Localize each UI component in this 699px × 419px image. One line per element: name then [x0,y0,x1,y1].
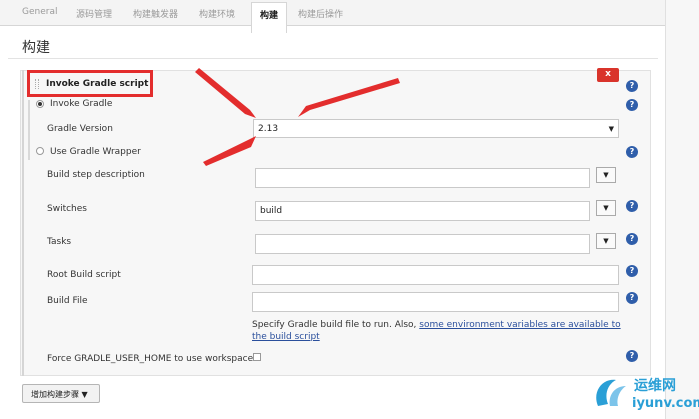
right-gutter [665,0,699,419]
tab-source-management[interactable]: 源码管理 [76,7,112,20]
build-file-hint-text: Specify Gradle build file to run. Also, [252,320,420,330]
root-script-help-icon[interactable]: ? [626,265,638,277]
root-script-input[interactable] [252,265,619,285]
tab-build[interactable]: 构建 [251,2,288,33]
section-title: 构建 [22,40,50,56]
root-script-label: Root Build script [47,270,121,280]
section-divider [8,58,658,59]
add-build-step-button[interactable]: 增加构建步骤 ▼ [22,384,100,403]
add-build-step-label: 增加构建步骤 [31,390,79,399]
tab-build-triggers[interactable]: 构建触发器 [133,7,178,20]
tasks-expand-button[interactable]: ▼ [596,233,616,249]
force-home-help-icon[interactable]: ? [626,350,638,362]
build-file-hint: Specify Gradle build file to run. Also, … [252,319,624,343]
switches-input[interactable]: build [255,201,590,221]
switches-label: Switches [47,204,87,214]
build-file-help-icon[interactable]: ? [626,292,638,304]
description-label: Build step description [47,170,145,180]
gradle-version-value: 2.13 [258,124,279,134]
use-wrapper-label: Use Gradle Wrapper [50,147,141,157]
option-group-border [28,100,30,160]
force-home-checkbox[interactable] [253,353,261,361]
gradle-version-select[interactable]: 2.13 ▼ [253,119,619,138]
build-file-label: Build File [47,296,88,306]
invoke-gradle-label: Invoke Gradle [50,99,113,109]
expand-arrow-icon: ▼ [603,237,609,245]
step-title: Invoke Gradle script [46,79,149,89]
gradle-version-label: Gradle Version [47,124,113,134]
use-wrapper-help-icon[interactable]: ? [626,146,638,158]
tasks-input[interactable] [255,234,590,254]
switches-expand-button[interactable]: ▼ [596,200,616,216]
expand-arrow-icon: ▼ [603,204,609,212]
watermark-cn: 运维网 [634,378,676,394]
drag-handle-icon[interactable] [35,79,39,89]
panel-left-border [22,70,24,376]
watermark-en: iyunv.com [632,396,699,411]
help-icon[interactable]: ? [626,80,638,92]
tab-build-environment[interactable]: 构建环境 [199,7,235,20]
expand-arrow-icon: ▼ [603,171,609,179]
description-input[interactable] [255,168,590,188]
invoke-gradle-radio[interactable] [36,100,44,108]
watermark-logo-icon [596,379,626,406]
tab-post-build[interactable]: 构建后操作 [298,7,343,20]
tasks-help-icon[interactable]: ? [626,233,638,245]
build-file-input[interactable] [252,292,619,312]
tasks-label: Tasks [47,237,72,247]
force-home-label: Force GRADLE_USER_HOME to use workspace [47,354,254,364]
use-wrapper-radio[interactable] [36,147,44,155]
switches-help-icon[interactable]: ? [626,200,638,212]
tab-general[interactable]: General [22,7,57,17]
dropdown-caret-icon: ▼ [81,390,88,399]
invoke-gradle-help-icon[interactable]: ? [626,99,638,111]
delete-step-button[interactable]: x [597,68,619,82]
description-expand-button[interactable]: ▼ [596,167,616,183]
config-tab-bar: General 源码管理 构建触发器 构建环境 构建 构建后操作 [0,0,665,33]
dropdown-caret-icon: ▼ [608,125,614,133]
